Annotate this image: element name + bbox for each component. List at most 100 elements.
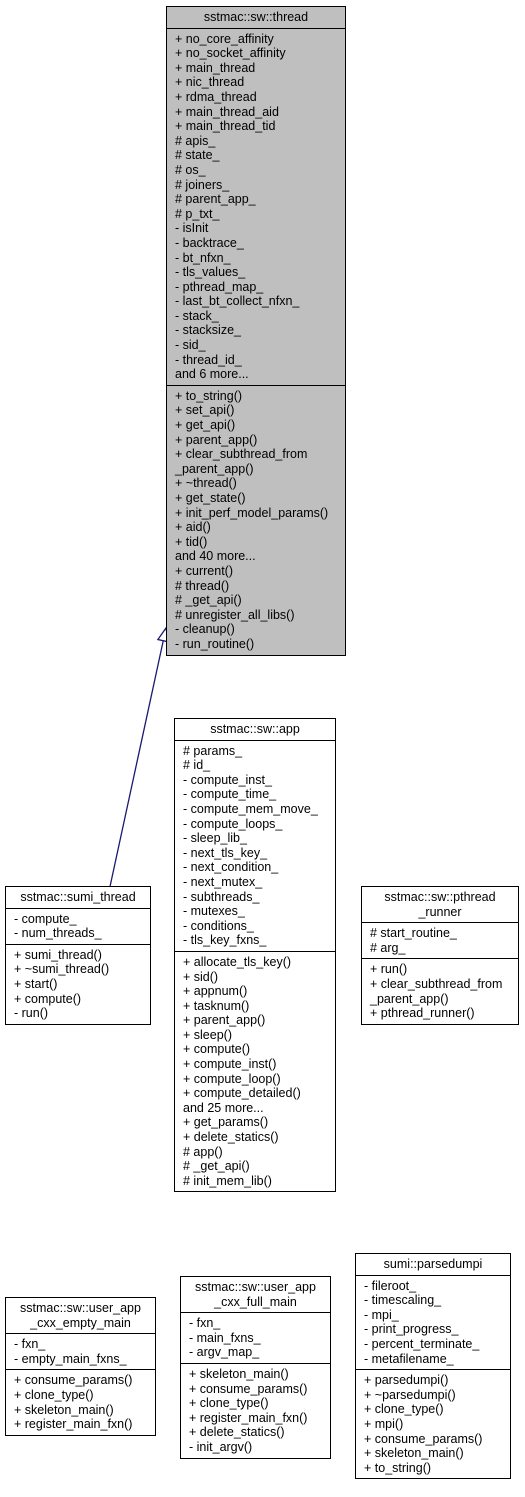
method-item: + register_main_fxn(): [14, 1417, 133, 1432]
method-item: + allocate_tls_key(): [183, 954, 292, 969]
member-item: # arg_: [370, 940, 406, 955]
method-item: + compute_detailed(): [183, 1086, 301, 1101]
member-item: - main_fxns_: [189, 1330, 261, 1345]
member-item: - compute_mem_move_: [183, 801, 318, 816]
method-item: + skeleton_main(): [189, 1366, 289, 1381]
member-item: - compute_loops_: [183, 816, 283, 831]
member-item: + main_thread_tid: [175, 119, 276, 134]
member-item: + clear_subthread_from: [370, 976, 503, 991]
method-item: + compute_loop(): [183, 1071, 281, 1086]
method-item: + delete_statics(): [189, 1425, 285, 1440]
method-item: + ~parsedumpi(): [364, 1387, 456, 1402]
class-box-user-app-cxx-empty-main[interactable]: sstmac::sw::user_app _cxx_empty_main - f…: [5, 1297, 156, 1436]
member-item: - backtrace_: [175, 235, 244, 250]
class-title: sstmac::sw::app: [175, 719, 335, 741]
method-list: + sumi_thread() + ~sumi_thread() + start()…: [6, 943, 150, 1024]
method-item: + mpi(): [364, 1416, 404, 1431]
more-items-note: and 6 more...: [175, 367, 249, 382]
method-list: + skeleton_main() + consume_params() + clo…: [181, 1362, 330, 1458]
member-item: + no_socket_affinity: [175, 46, 286, 61]
member-item: # state_: [175, 148, 220, 163]
member-item: - mutexes_: [183, 904, 245, 919]
member-item: - tls_key_fxns_: [183, 933, 267, 948]
method-item: + clone_type(): [14, 1387, 94, 1402]
member-item: + nic_thread: [175, 75, 245, 90]
member-item: - next_tls_key_: [183, 845, 268, 860]
member-item: + no_core_affinity: [175, 31, 274, 46]
class-title: sstmac::sw::pthread _runner: [362, 887, 518, 924]
method-item: + parent_app(): [183, 1013, 266, 1028]
method-item: + appnum(): [183, 984, 248, 999]
member-item: - fileroot_: [364, 1278, 417, 1293]
member-item: - next_condition_: [183, 860, 279, 875]
method-item: # unregister_all_libs(): [175, 607, 295, 622]
method-list: + allocate_tls_key() + sid() + appnum() + t…: [175, 950, 335, 1192]
member-item: - stacksize_: [175, 323, 241, 338]
attribute-list: - fileroot_ - timescaling_ - mpi_ - print_p…: [356, 1276, 510, 1370]
method-item: + compute_inst(): [183, 1057, 277, 1072]
attribute-list: - fxn_ - empty_main_fxns_: [6, 1334, 155, 1369]
method-item: # thread(): [175, 578, 230, 593]
member-item: # id_: [183, 758, 211, 773]
method-item: # _get_api(): [175, 593, 242, 608]
method-item: _parent_app(): [370, 991, 449, 1006]
class-title: sumi::parsedumpi: [356, 1254, 510, 1276]
method-item: + pthread_runner(): [370, 1006, 475, 1021]
method-item: + consume_params(): [364, 1431, 483, 1446]
method-item: + aid(): [175, 520, 211, 535]
class-title: sstmac::sw::user_app _cxx_empty_main: [6, 1298, 155, 1335]
class-title: sstmac::sw::user_app _cxx_full_main: [181, 1277, 330, 1314]
method-item: + clone_type(): [189, 1396, 269, 1411]
member-item: # start_routine_: [370, 926, 457, 941]
method-item: + get_params(): [183, 1115, 269, 1130]
class-box-user-app-cxx-full-main[interactable]: sstmac::sw::user_app _cxx_full_main - fx…: [180, 1276, 331, 1459]
method-item: + register_main_fxn(): [189, 1410, 308, 1425]
member-item: - bt_nfxn_: [175, 250, 231, 265]
member-item: # p_txt_: [175, 206, 220, 221]
member-item: - stack_: [175, 308, 219, 323]
attribute-list: - compute_ - num_threads_: [6, 909, 150, 944]
member-item: - percent_terminate_: [364, 1336, 480, 1351]
method-item: + current(): [175, 563, 234, 578]
method-item: + run(): [370, 962, 408, 977]
class-box-thread[interactable]: sstmac::sw::thread + no_core_affinity + n…: [166, 6, 346, 656]
member-item: - mpi_: [364, 1307, 399, 1322]
class-box-app[interactable]: sstmac::sw::app # params_ # id_- compute_…: [174, 718, 336, 1193]
member-item: - fxn_: [189, 1316, 221, 1331]
method-item: - run_routine(): [175, 636, 255, 651]
member-item: # parent_app_: [175, 192, 256, 207]
member-item: - last_bt_collect_nfxn_: [175, 294, 300, 309]
method-item: + ~sumi_thread(): [14, 962, 110, 977]
member-item: + rdma_thread: [175, 89, 257, 104]
method-item: - run(): [14, 1006, 49, 1021]
method-item: + to_string(): [364, 1460, 432, 1475]
member-item: - thread_id_: [175, 352, 242, 367]
member-item: - next_mutex_: [183, 874, 263, 889]
method-list: + run() + clear_subthread_from _parent_app…: [362, 958, 518, 1023]
method-item: + clone_type(): [364, 1402, 444, 1417]
method-item: # app(): [183, 1144, 223, 1159]
class-title: sstmac::sw::thread: [167, 7, 345, 29]
member-item: # params_: [183, 743, 243, 758]
member-item: - timescaling_: [364, 1293, 442, 1308]
member-item: - compute_time_: [183, 787, 277, 802]
class-box-sumi-thread[interactable]: sstmac::sumi_thread - compute_ - num_thre…: [5, 886, 151, 1025]
attribute-list: + no_core_affinity + no_socket_affinity + …: [167, 29, 345, 385]
member-item: # apis_: [175, 133, 216, 148]
member-item: # joiners_: [175, 177, 230, 192]
method-item: + skeleton_main(): [364, 1446, 464, 1461]
class-title: sstmac::sumi_thread: [6, 887, 150, 909]
method-item: + to_string(): [175, 388, 243, 403]
method-item: + compute(): [183, 1042, 251, 1057]
method-item: + tasknum(): [183, 998, 250, 1013]
member-item: - fxn_: [14, 1337, 46, 1352]
member-item: # os_: [175, 162, 206, 177]
member-item: + clear_subthread_from: [175, 447, 308, 462]
more-items-note: and 40 more...: [175, 549, 256, 564]
method-list: + to_string() + set_api() + get_api() + par…: [167, 384, 345, 655]
member-item: - tls_values_: [175, 265, 246, 280]
member-item: - sid_: [175, 338, 206, 353]
method-item: + consume_params(): [189, 1381, 308, 1396]
class-box-pthread-runner[interactable]: sstmac::sw::pthread _runner # start_rout…: [361, 886, 519, 1025]
class-box-parsedumpi[interactable]: sumi::parsedumpi - fileroot_ - timescalin…: [355, 1253, 511, 1480]
